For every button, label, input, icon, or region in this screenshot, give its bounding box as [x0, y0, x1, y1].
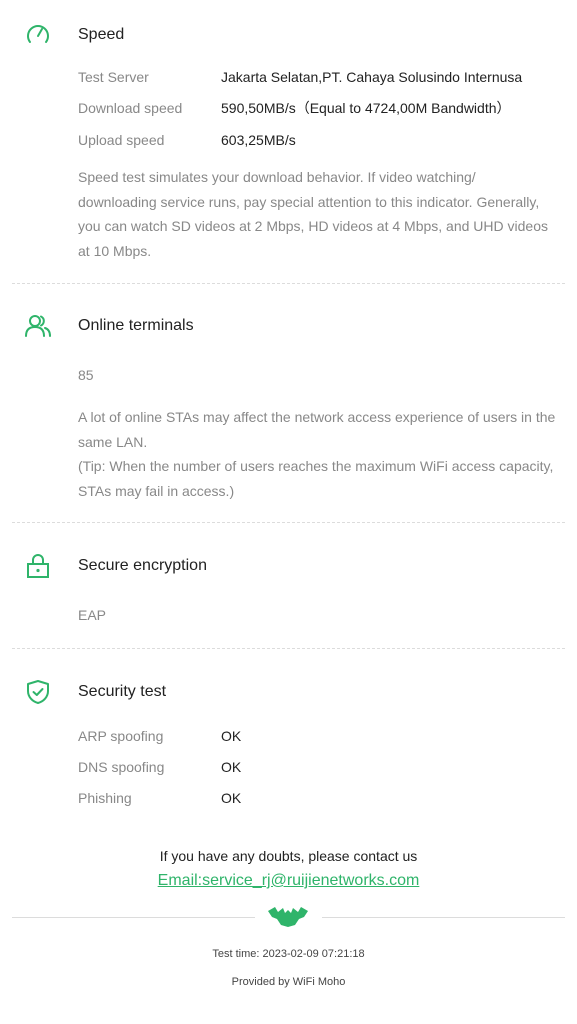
lock-icon	[24, 552, 52, 580]
terminals-title: Online terminals	[78, 317, 194, 334]
security-section-header: Security test	[0, 677, 577, 707]
terminals-tip: (Tip: When the number of users reaches t…	[78, 458, 554, 499]
speed-section-header: Speed	[0, 20, 577, 50]
footer-divider-right	[322, 917, 565, 918]
terminals-count: 85	[78, 367, 94, 383]
email-link[interactable]: Email:service_rj@ruijienetworks.com	[158, 872, 420, 889]
contact-text: If you have any doubts, please contact u…	[159, 848, 418, 864]
upload-speed-label: Upload speed	[78, 132, 165, 148]
speed-description: Speed test simulates your download behav…	[78, 169, 548, 259]
provided-by: Provided by WiFi Moho	[231, 976, 346, 988]
encryption-title: Secure encryption	[78, 557, 207, 574]
shield-check-icon	[24, 678, 52, 706]
users-icon	[24, 312, 52, 340]
speedometer-icon	[24, 21, 52, 49]
test-time: Test time: 2023-02-09 07:21:18	[212, 948, 365, 960]
speed-title: Speed	[78, 26, 125, 43]
phishing-label: Phishing	[78, 790, 132, 806]
encryption-section-header: Secure encryption	[0, 551, 577, 581]
encryption-value: EAP	[78, 607, 107, 623]
arp-spoofing-value: OK	[221, 728, 242, 744]
arp-spoofing-label: ARP spoofing	[78, 728, 164, 744]
email-container: Email:service_rj@ruijienetworks.com	[0, 872, 577, 890]
divider	[12, 648, 565, 649]
bat-logo-icon	[266, 905, 310, 929]
download-speed-label: Download speed	[78, 100, 183, 116]
divider	[12, 522, 565, 523]
footer-divider-left	[12, 917, 255, 918]
download-speed-value: 590,50MB/s（Equal to 4724,00M Bandwidth）	[221, 100, 511, 116]
upload-speed-value: 603,25MB/s	[221, 132, 296, 148]
dns-spoofing-value: OK	[221, 759, 242, 775]
phishing-value: OK	[221, 790, 242, 806]
divider	[12, 283, 565, 284]
test-server-label: Test Server	[78, 69, 149, 85]
terminals-section-header: Online terminals	[0, 311, 577, 341]
terminals-description: A lot of online STAs may affect the netw…	[78, 409, 556, 450]
test-server-value: Jakarta Selatan,PT. Cahaya Solusindo Int…	[221, 69, 523, 85]
dns-spoofing-label: DNS spoofing	[78, 759, 165, 775]
security-title: Security test	[78, 683, 167, 700]
